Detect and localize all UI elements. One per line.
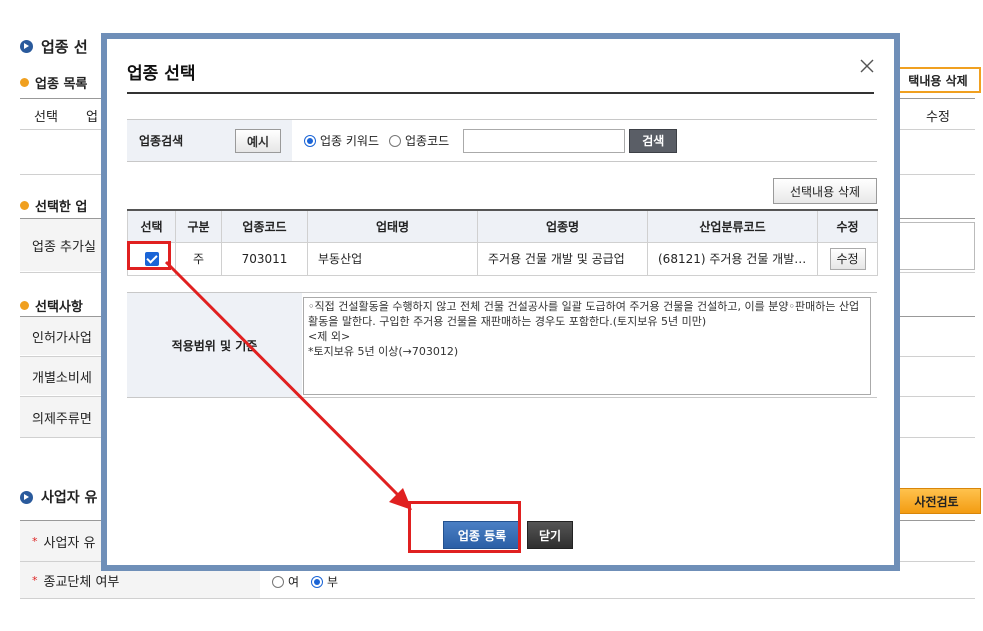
- delete-selected-button[interactable]: 선택내용 삭제: [773, 178, 877, 204]
- code-radio-option[interactable]: 업종코드: [389, 132, 449, 149]
- ksic-cell: (68121) 주거용 건물 개발…: [647, 241, 818, 276]
- col-select: 선택: [127, 209, 176, 243]
- dialog-title: 업종 선택: [127, 64, 196, 84]
- bg-delete-selected-button[interactable]: 택내용 삭제: [895, 67, 981, 93]
- list-col-select: 선택: [34, 110, 58, 125]
- section-title-business: 사업자 유: [20, 487, 97, 507]
- register-highlight-box: [408, 501, 521, 553]
- col-industry: 업종명: [477, 209, 648, 243]
- row-edit-button[interactable]: 수정: [829, 247, 866, 270]
- edit-cell: 수정: [817, 241, 878, 276]
- selection-title: 선택사항: [20, 296, 83, 315]
- col-ksic: 산업분류코드: [647, 209, 818, 243]
- divider: [20, 598, 975, 599]
- scope-textarea[interactable]: ◦직접 건설활동을 수행하지 않고 전체 건물 건설공사를 일괄 도급하여 주거…: [303, 297, 871, 395]
- industry-search-row: 업종검색 예시 업종 키워드 업종코드 검색: [127, 119, 877, 162]
- scope-label: 적용범위 및 기준: [127, 293, 302, 397]
- section-title-industry: 업종 선: [20, 36, 88, 57]
- industry-cell: 주거용 건물 개발 및 공급업: [477, 241, 648, 276]
- example-button[interactable]: 예시: [235, 129, 281, 153]
- selected-industry-table: 선택 구분 업종코드 업태명 업종명 산업분류코드 수정 주 703011 부동…: [127, 209, 878, 276]
- industry-select-dialog: 업종 선택 업종검색 예시 업종 키워드 업종코드 검색 선택내용 삭제 선택 …: [101, 33, 900, 571]
- sub-bullet-icon: [20, 78, 29, 87]
- search-label-cell: 업종검색 예시: [127, 120, 292, 161]
- sub-bullet-icon: [20, 301, 29, 310]
- selected-industry-title: 선택한 업: [20, 196, 87, 215]
- gubun-cell: 주: [175, 241, 222, 276]
- title-divider: [127, 92, 874, 94]
- list-col-edit: 수정: [926, 110, 950, 125]
- search-controls: 업종 키워드 업종코드 검색: [292, 120, 877, 161]
- required-mark-icon: *: [32, 573, 38, 587]
- keyword-radio[interactable]: [304, 134, 316, 147]
- category-cell: 부동산업: [307, 241, 478, 276]
- precheck-button[interactable]: 사전검토: [892, 488, 981, 514]
- table-header-row: 선택 구분 업종코드 업태명 업종명 산업분류코드 수정: [127, 209, 878, 243]
- checkbox-highlight-box: [127, 241, 171, 270]
- col-gubun: 구분: [175, 209, 222, 243]
- required-mark-icon: *: [32, 534, 38, 548]
- table-row: 주 703011 부동산업 주거용 건물 개발 및 공급업 (68121) 주거…: [127, 241, 878, 276]
- code-cell: 703011: [221, 241, 308, 276]
- scope-row: 적용범위 및 기준 ◦직접 건설활동을 수행하지 않고 전체 건물 건설공사를 …: [127, 292, 877, 398]
- industry-list-title: 업종 목록: [20, 73, 87, 92]
- code-radio[interactable]: [389, 134, 402, 147]
- col-edit: 수정: [817, 209, 878, 243]
- religious-no-radio[interactable]: [311, 575, 324, 588]
- search-input[interactable]: [463, 128, 626, 153]
- search-button[interactable]: 검색: [629, 128, 678, 153]
- religious-yes-radio[interactable]: [272, 575, 284, 588]
- keyword-radio-option[interactable]: 업종 키워드: [304, 132, 379, 149]
- close-icon[interactable]: [858, 57, 876, 75]
- religious-radio-group: 여 부: [272, 573, 338, 590]
- list-col-code: 업: [86, 110, 98, 125]
- sub-bullet-icon: [20, 201, 29, 210]
- col-code: 업종코드: [221, 209, 308, 243]
- col-category: 업태명: [307, 209, 478, 243]
- close-button[interactable]: 닫기: [527, 521, 573, 549]
- bg-input-box[interactable]: [895, 222, 975, 270]
- section-bullet-icon: [20, 40, 33, 53]
- section-bullet-icon: [20, 490, 33, 504]
